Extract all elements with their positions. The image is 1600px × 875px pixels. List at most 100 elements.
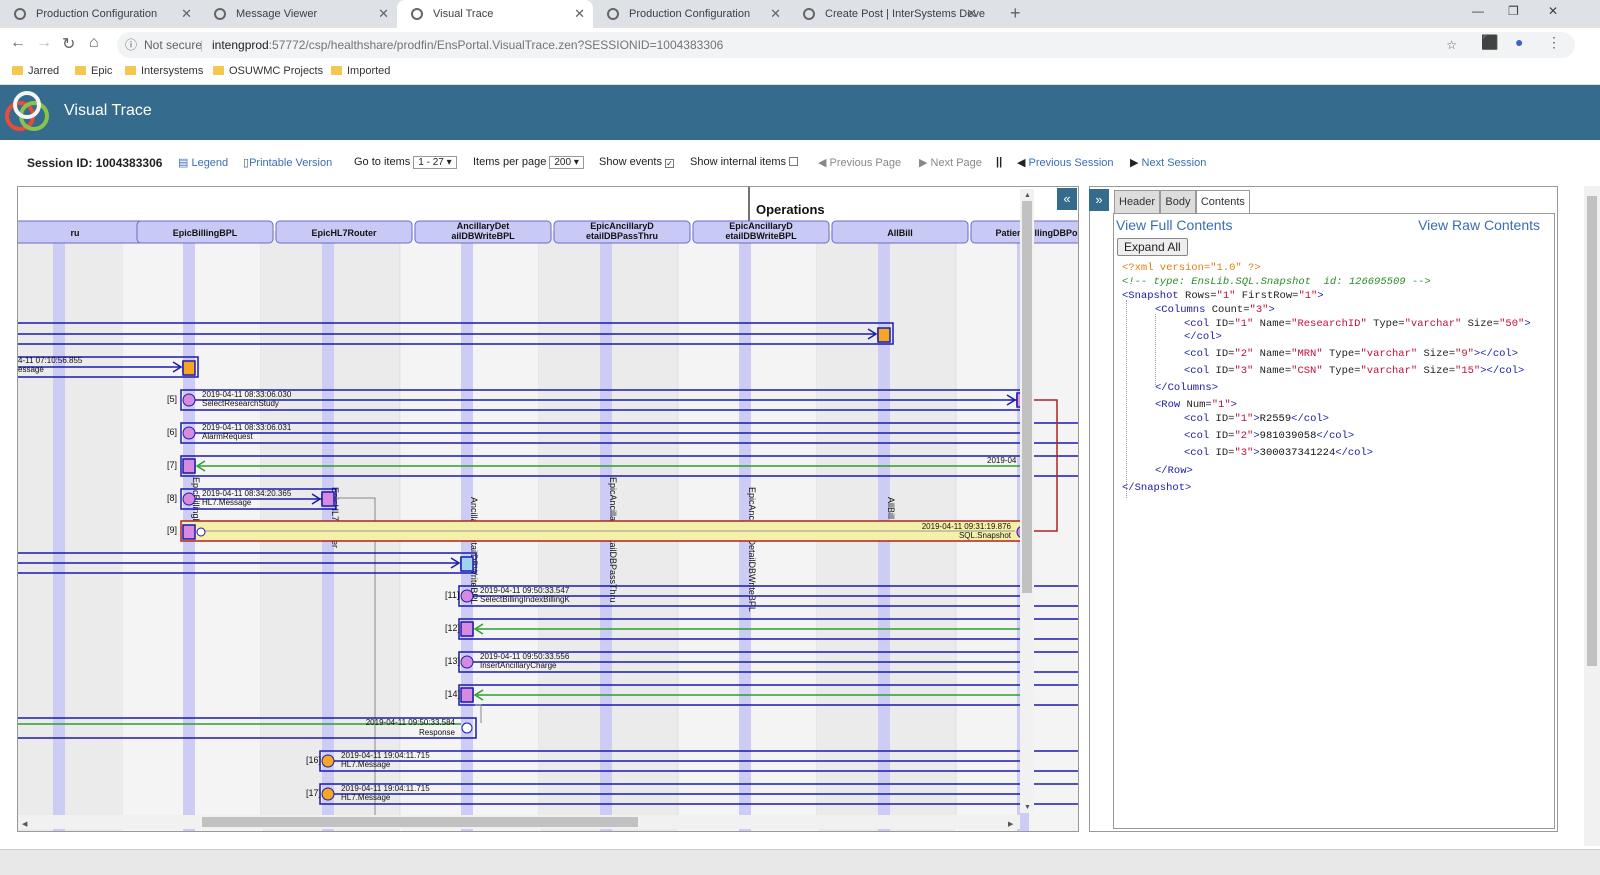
bookmark-folder-intersystems[interactable]: Intersystems [125, 65, 203, 77]
message-end-box[interactable] [321, 491, 335, 507]
reload-icon[interactable]: ↻ [62, 34, 75, 54]
next-session-button[interactable]: ▶ Next Session [1130, 156, 1206, 169]
bookmark-folder-epic[interactable]: Epic [75, 65, 112, 77]
app-header: Visual Trace [0, 85, 1600, 140]
page-scrollbar-thumb[interactable] [1587, 196, 1597, 666]
home-icon[interactable]: ⌂ [89, 34, 99, 52]
browser-tab-create-post[interactable]: Create Post | InterSystems Develc ✕ [789, 0, 985, 28]
xml-token: ID= [1209, 430, 1235, 442]
message-end-box[interactable] [182, 524, 196, 540]
tab-close-icon[interactable]: ✕ [181, 0, 192, 28]
message-start-circle[interactable] [460, 589, 474, 603]
folder-icon [331, 66, 342, 75]
message-start-circle[interactable] [182, 426, 196, 440]
bookmark-folder-jarred[interactable]: Jarred [12, 65, 59, 77]
profile-avatar-icon[interactable]: ● [1515, 34, 1523, 50]
tab-contents[interactable]: Contents [1195, 190, 1250, 214]
legend-icon: ▤ [178, 157, 192, 169]
back-arrow-icon[interactable]: ← [10, 34, 26, 52]
tab-close-icon[interactable]: ✕ [770, 0, 781, 28]
legend-link[interactable]: ▤ Legend [178, 156, 228, 169]
message-number: [11] [445, 590, 459, 600]
scroll-down-arrow-icon: ▼ [1024, 804, 1031, 811]
window-close-icon[interactable]: ✕ [1548, 4, 1558, 18]
show-events-label: Show events [599, 156, 662, 168]
show-events-checkbox[interactable]: ✓ [664, 159, 674, 168]
view-raw-contents-link[interactable]: View Raw Contents [1418, 217, 1540, 233]
items-per-page-select[interactable]: 200 ▾ [549, 156, 584, 169]
bookmark-label: Epic [91, 65, 113, 77]
next-session-label: Next Session [1141, 157, 1207, 169]
address-bar[interactable]: ⓘ Not secure | intengprod:57772/csp/heal… [117, 32, 1575, 58]
lifeline-label: AllBill [886, 497, 896, 519]
xml-token: > [1317, 290, 1324, 302]
message-start-circle[interactable] [460, 655, 474, 669]
xml-line: <col ID="1" Name="ResearchID" Type="varc… [1184, 318, 1531, 330]
xml-token: ID= [1209, 318, 1235, 330]
show-internal-checkbox[interactable] [789, 157, 798, 166]
show-events-control: Show events ✓ [599, 156, 674, 168]
message-end-box[interactable] [460, 687, 474, 703]
tab-favicon-icon [14, 8, 26, 20]
trace-vertical-scrollbar-thumb[interactable] [1022, 201, 1032, 593]
url-text[interactable]: intengprod:57772/csp/healthshare/prodfin… [212, 32, 723, 58]
message-end-box[interactable] [460, 621, 474, 637]
info-icon[interactable]: ⓘ [125, 32, 137, 58]
restore-icon[interactable]: ❐ [1508, 4, 1519, 18]
message-end-box[interactable] [877, 327, 891, 343]
message-timestamp: 2019-04-11 09:31:19.876 [922, 522, 1012, 531]
forward-arrow-icon[interactable]: → [36, 34, 52, 52]
column-header-label: ailDBWriteBPL [451, 231, 515, 241]
tab-close-icon[interactable]: ✕ [378, 0, 389, 28]
message-start-circle[interactable] [321, 754, 335, 768]
next-page-button[interactable]: ▶ Next Page [919, 156, 982, 169]
message-name: InsertAncillaryCharge [480, 661, 557, 670]
tab-header[interactable]: Header [1114, 190, 1161, 214]
xml-token: <!-- type: EnsLib.SQL.Snapshot id: 12669… [1122, 276, 1431, 288]
xml-token: Num= [1180, 399, 1212, 411]
minimize-icon[interactable]: — [1472, 4, 1484, 18]
message-end-box[interactable] [460, 556, 474, 572]
tab-close-icon[interactable]: ✕ [574, 0, 585, 28]
menu-kebab-icon[interactable]: ⋮ [1547, 34, 1561, 51]
scroll-left-arrow-icon: ◀ [22, 821, 28, 828]
previous-session-button[interactable]: ◀ Previous Session [1017, 156, 1114, 169]
xml-line: <Row Num="1"> [1155, 399, 1237, 411]
browser-tab-production-configuration[interactable]: Production Configuration ✕ [0, 0, 200, 28]
message-start-circle[interactable] [321, 787, 335, 801]
column-header-label: AllBill [887, 228, 913, 238]
pdf-extension-icon[interactable]: ⬛ [1481, 34, 1498, 51]
browser-tab-visual-trace[interactable]: Visual Trace ✕ [397, 0, 593, 28]
collapse-panel-button[interactable]: « [1057, 188, 1077, 210]
message-name: SelectBillingIndexBillingK [480, 595, 570, 604]
operations-section-label: Operations [756, 202, 825, 217]
xml-token: "1" [1216, 290, 1236, 302]
message-start-circle[interactable] [182, 393, 196, 407]
trace-horizontal-scrollbar-thumb[interactable] [202, 817, 638, 827]
browser-tab-production-configuration-2[interactable]: Production Configuration ✕ [593, 0, 789, 28]
bookmark-star-icon[interactable]: ☆ [1446, 32, 1457, 58]
message-timestamp: 2019-04-11 08:33:06.031 [202, 423, 292, 432]
new-tab-plus-icon[interactable]: + [1010, 3, 1021, 24]
view-full-contents-link[interactable]: View Full Contents [1116, 217, 1232, 233]
goto-label: Go to items [354, 156, 411, 168]
page-scrollbar[interactable] [1584, 186, 1600, 846]
expand-all-button[interactable]: Expand All [1117, 238, 1188, 256]
message-start-circle[interactable] [182, 492, 196, 506]
browser-tab-message-viewer[interactable]: Message Viewer ✕ [200, 0, 397, 28]
xml-token: </col> [1316, 430, 1355, 442]
goto-items-select[interactable]: 1 - 27 ▾ [413, 156, 457, 169]
message-end-box[interactable] [182, 360, 196, 376]
detail-tab-bar: Header Body Contents [1114, 190, 1250, 214]
previous-page-button[interactable]: ◀ Previous Page [818, 156, 901, 169]
column-header-label: EpicAncillaryD [729, 221, 793, 231]
column-header[interactable] [18, 220, 144, 244]
printable-version-link[interactable]: ▯Printable Version [243, 156, 332, 169]
bookmark-folder-imported[interactable]: Imported [331, 65, 390, 77]
xml-line: </Columns> [1155, 382, 1218, 394]
tab-body[interactable]: Body [1160, 190, 1196, 214]
message-end-box[interactable] [182, 458, 196, 474]
tab-close-icon[interactable]: ✕ [966, 0, 977, 28]
bookmark-folder-osuwmc[interactable]: OSUWMC Projects [213, 65, 323, 77]
expand-panel-button[interactable]: » [1089, 189, 1109, 211]
